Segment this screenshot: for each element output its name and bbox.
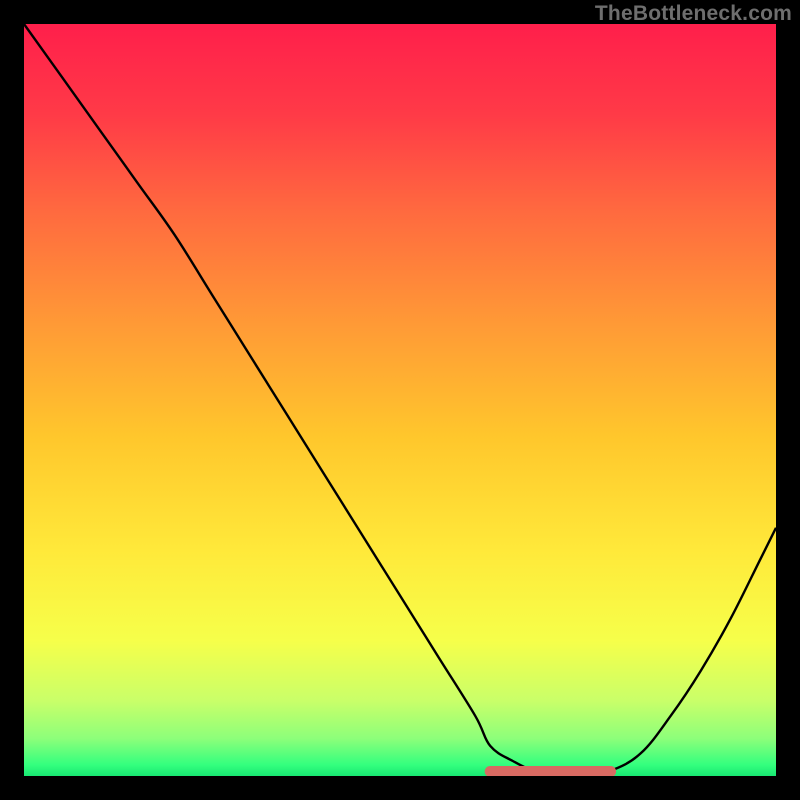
bottleneck-curve <box>24 24 776 776</box>
curve-path <box>24 24 776 774</box>
chart-frame: TheBottleneck.com <box>0 0 800 800</box>
watermark-text: TheBottleneck.com <box>595 2 792 26</box>
plot-area <box>24 24 776 776</box>
